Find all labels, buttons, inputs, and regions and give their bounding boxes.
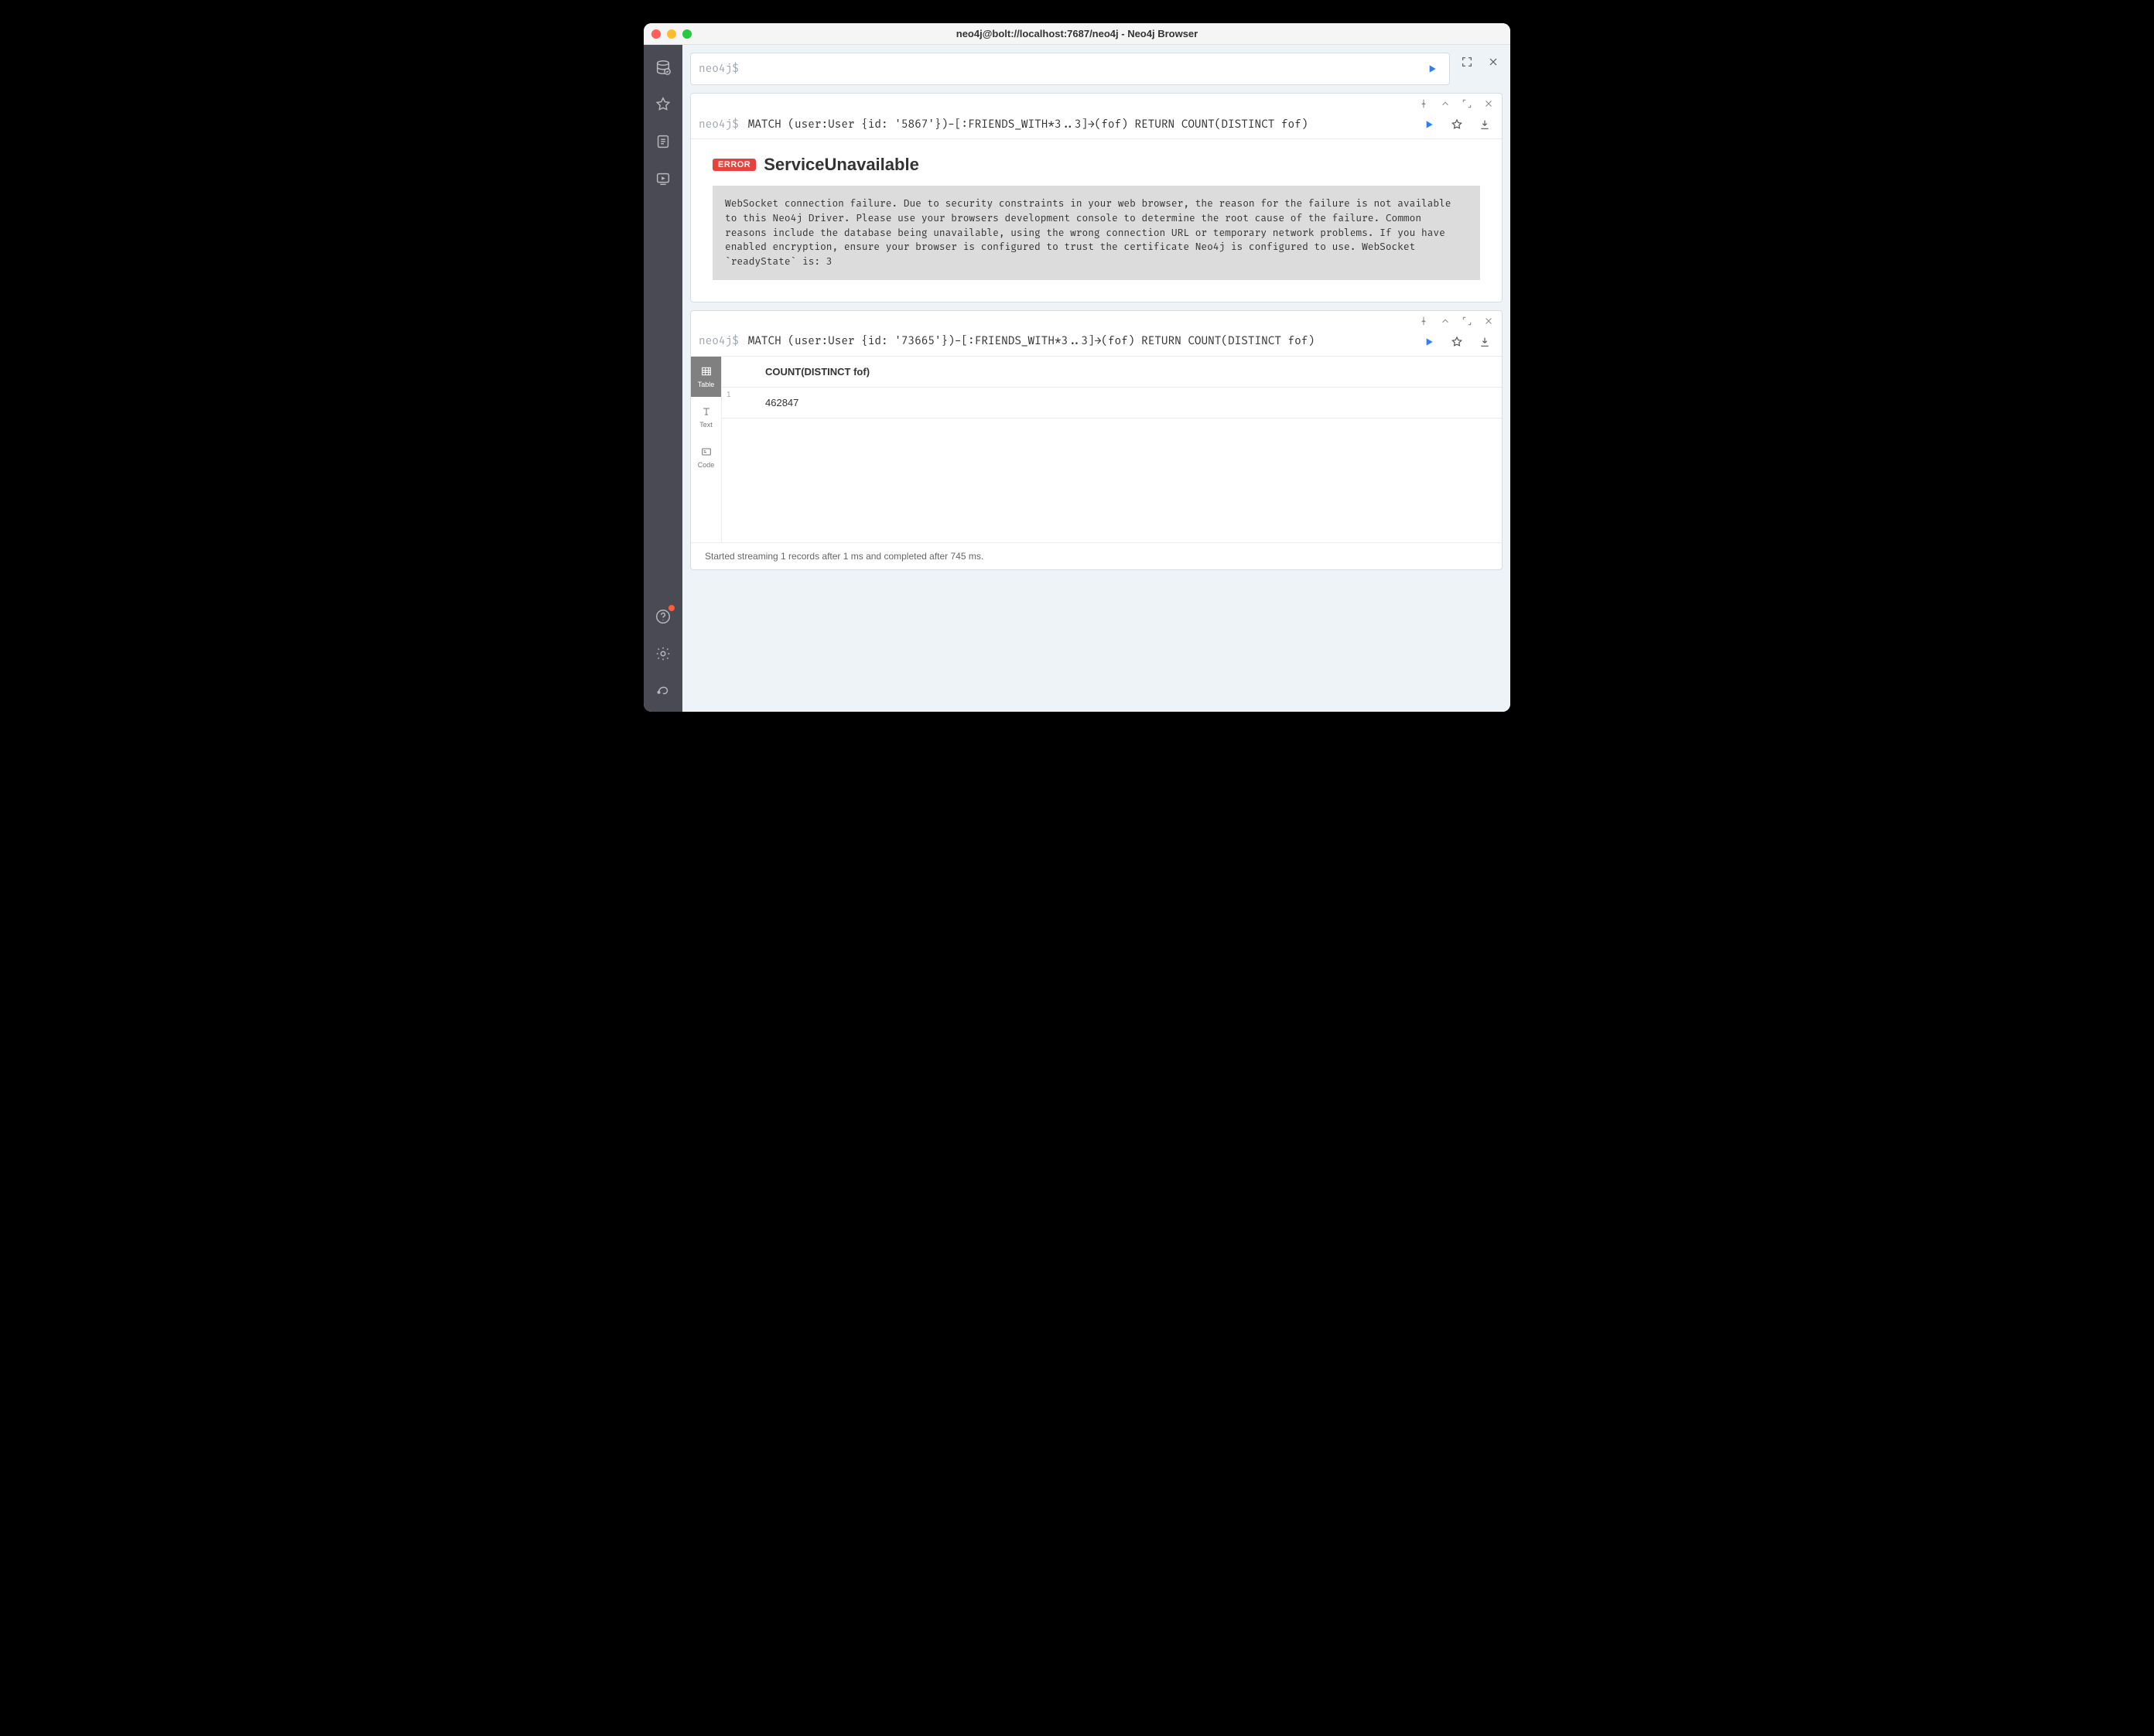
main-panel: neo4j$ <box>682 45 1510 712</box>
table-header: COUNT(DISTINCT fof) <box>722 357 1502 388</box>
table-row: 1 462847 <box>722 388 1502 419</box>
result-frame-error: neo4j$ MATCH (user:User {id: '5867'})-[:… <box>690 93 1503 302</box>
window-title: neo4j@bolt://localhost:7687/neo4j - Neo4… <box>644 28 1510 39</box>
result-frame-table: neo4j$ MATCH (user:User {id: '73665'})-[… <box>690 310 1503 570</box>
run-button[interactable] <box>1423 60 1441 78</box>
expand-icon[interactable] <box>1460 314 1474 328</box>
download-icon[interactable] <box>1475 333 1494 351</box>
table-cell: 462847 <box>753 388 1502 418</box>
window-close-button[interactable] <box>651 29 661 39</box>
frame-prompt: neo4j$ <box>699 335 739 348</box>
window-zoom-button[interactable] <box>682 29 692 39</box>
settings-icon[interactable] <box>655 645 672 662</box>
command-editor[interactable]: neo4j$ <box>690 53 1450 85</box>
rerun-button[interactable] <box>1420 333 1438 351</box>
command-input[interactable] <box>744 63 1423 76</box>
frame-query-text: MATCH (user:User {id: '5867'})-[:FRIENDS… <box>748 118 1409 132</box>
pin-icon[interactable] <box>1417 314 1431 328</box>
window-controls <box>651 29 692 39</box>
view-tab-table[interactable]: Table <box>691 357 721 397</box>
window-minimize-button[interactable] <box>667 29 676 39</box>
favorite-icon[interactable] <box>1448 115 1466 134</box>
frame-prompt: neo4j$ <box>699 118 739 132</box>
help-icon[interactable] <box>655 608 672 625</box>
view-tab-label: Text <box>699 421 713 429</box>
fullscreen-icon[interactable] <box>1458 53 1476 71</box>
view-tab-code[interactable]: Code <box>691 437 721 477</box>
error-badge: ERROR <box>713 159 756 171</box>
collapse-icon[interactable] <box>1438 97 1452 111</box>
close-icon[interactable] <box>1484 53 1503 71</box>
star-icon[interactable] <box>655 96 672 113</box>
frame-toolbar <box>691 94 1502 111</box>
view-tabs: Table Text Code <box>691 357 722 542</box>
app-window: neo4j@bolt://localhost:7687/neo4j - Neo4… <box>644 23 1510 712</box>
favorite-icon[interactable] <box>1448 333 1466 351</box>
rerun-button[interactable] <box>1420 115 1438 134</box>
expand-icon[interactable] <box>1460 97 1474 111</box>
about-icon[interactable] <box>655 682 672 699</box>
frame-query-text: MATCH (user:User {id: '73665'})-[:FRIEND… <box>748 335 1409 348</box>
pin-icon[interactable] <box>1417 97 1431 111</box>
documents-icon[interactable] <box>655 133 672 150</box>
result-table: COUNT(DISTINCT fof) 1 462847 <box>722 357 1502 542</box>
frame-query-bar: neo4j$ MATCH (user:User {id: '5867'})-[:… <box>691 111 1502 139</box>
collapse-icon[interactable] <box>1438 314 1452 328</box>
frame-close-icon[interactable] <box>1482 97 1496 111</box>
frame-close-icon[interactable] <box>1482 314 1496 328</box>
frame-toolbar <box>691 311 1502 328</box>
app-body: neo4j$ <box>644 45 1510 712</box>
error-panel: ERROR ServiceUnavailable WebSocket conne… <box>691 139 1502 302</box>
view-tab-text[interactable]: Text <box>691 397 721 437</box>
error-title: ServiceUnavailable <box>764 155 919 175</box>
row-number: 1 <box>722 388 753 418</box>
download-icon[interactable] <box>1475 115 1494 134</box>
command-editor-row: neo4j$ <box>690 53 1503 85</box>
notification-dot <box>668 605 675 611</box>
view-tab-label: Code <box>698 461 715 469</box>
editor-prompt: neo4j$ <box>699 63 739 76</box>
frame-query-bar: neo4j$ MATCH (user:User {id: '73665'})-[… <box>691 328 1502 357</box>
error-message: WebSocket connection failure. Due to sec… <box>713 186 1480 280</box>
database-icon[interactable] <box>655 59 672 76</box>
titlebar: neo4j@bolt://localhost:7687/neo4j - Neo4… <box>644 23 1510 45</box>
view-tab-label: Table <box>698 381 715 388</box>
sidebar <box>644 45 682 712</box>
frame-status: Started streaming 1 records after 1 ms a… <box>691 542 1502 569</box>
result-body: Table Text Code COUNT(DISTINCT fof) <box>691 357 1502 542</box>
play-screen-icon[interactable] <box>655 170 672 187</box>
